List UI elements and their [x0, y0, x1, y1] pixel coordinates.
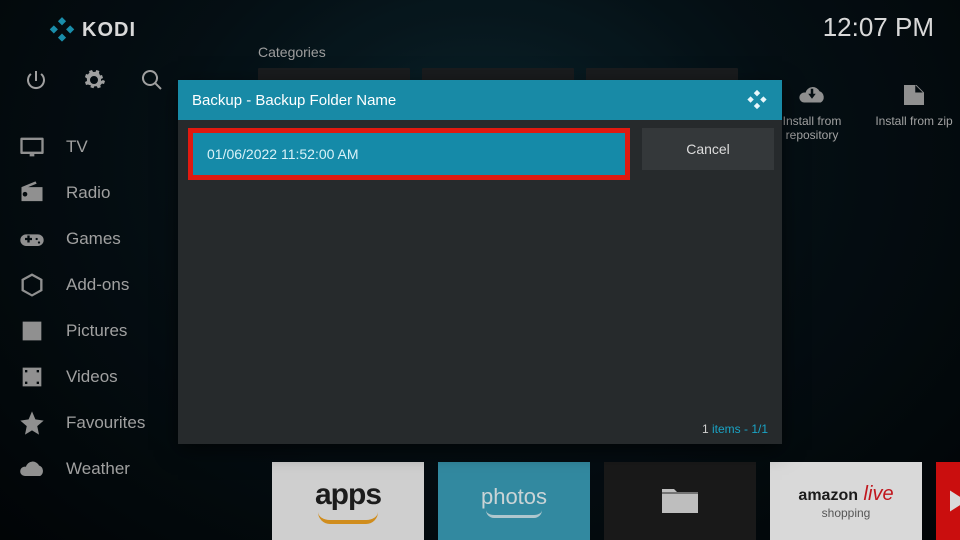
- cancel-button[interactable]: Cancel: [642, 128, 774, 170]
- dialog-buttons: Cancel: [642, 128, 774, 180]
- sidebar-item-label: Pictures: [66, 321, 127, 341]
- tile-youtube[interactable]: [936, 462, 960, 540]
- footer-middle: items -: [709, 422, 752, 436]
- kodi-logo: KODI: [48, 16, 136, 44]
- backup-dialog: Backup - Backup Folder Name 01/06/2022 1…: [178, 80, 782, 444]
- install-from-zip-tile[interactable]: Install from zip: [872, 80, 956, 128]
- dialog-body: 01/06/2022 11:52:00 AM Cancel: [178, 120, 782, 180]
- sidebar-item-label: TV: [66, 137, 88, 157]
- sidebar-item-radio[interactable]: Radio: [8, 170, 176, 216]
- backup-folder-label: 01/06/2022 11:52:00 AM: [207, 146, 359, 162]
- sidebar-item-label: Add-ons: [66, 275, 129, 295]
- amazon-live-label: live: [858, 483, 894, 505]
- sidebar-item-favourites[interactable]: Favourites: [8, 400, 176, 446]
- cloud-icon: [18, 458, 46, 480]
- dialog-footer: 1 items - 1/1: [702, 422, 768, 436]
- install-tile-label: Install from repository: [783, 114, 842, 142]
- selected-highlight: 01/06/2022 11:52:00 AM: [188, 128, 630, 180]
- footer-page: 1/1: [751, 422, 768, 436]
- sidebar-item-tv[interactable]: TV: [8, 124, 176, 170]
- brand-text: KODI: [82, 19, 136, 42]
- search-icon[interactable]: [140, 68, 164, 92]
- sidebar-item-label: Videos: [66, 367, 118, 387]
- box-icon: [18, 274, 46, 296]
- folder-icon: [644, 477, 716, 525]
- gear-icon[interactable]: [82, 68, 106, 92]
- bottom-app-tiles: apps photos amazon live shopping: [272, 462, 960, 540]
- install-tile-label: Install from zip: [875, 114, 952, 128]
- dialog-header: Backup - Backup Folder Name: [178, 80, 782, 120]
- sidebar-item-videos[interactable]: Videos: [8, 354, 176, 400]
- amazon-shopping-label: shopping: [822, 506, 871, 520]
- radio-icon: [18, 182, 46, 204]
- amazon-swoosh-icon: [486, 510, 542, 518]
- cancel-button-label: Cancel: [686, 141, 730, 157]
- amazon-swoosh-icon: [318, 512, 378, 524]
- sidebar: TV Radio Games Add-ons Pictures Videos F…: [8, 68, 176, 492]
- tile-folder[interactable]: [604, 462, 756, 540]
- power-icon[interactable]: [24, 68, 48, 92]
- dialog-title: Backup - Backup Folder Name: [192, 92, 396, 109]
- star-icon: [18, 412, 46, 434]
- dialog-list: 01/06/2022 11:52:00 AM: [188, 128, 630, 180]
- kodi-logo-icon: [48, 16, 76, 44]
- install-from-repository-tile[interactable]: Install from repository: [770, 80, 854, 142]
- play-icon: [936, 483, 960, 519]
- sidebar-top-icons: [8, 68, 176, 92]
- sidebar-item-label: Radio: [66, 183, 110, 203]
- tile-apps[interactable]: apps: [272, 462, 424, 540]
- categories-label: Categories: [258, 44, 326, 60]
- gamepad-icon: [18, 228, 46, 250]
- sidebar-item-weather[interactable]: Weather: [8, 446, 176, 492]
- sidebar-item-label: Weather: [66, 459, 130, 479]
- tile-photos[interactable]: photos: [438, 462, 590, 540]
- film-icon: [18, 366, 46, 388]
- zip-icon: [894, 80, 934, 110]
- clock: 12:07 PM: [823, 12, 934, 43]
- sidebar-item-addons[interactable]: Add-ons: [8, 262, 176, 308]
- footer-count: 1: [702, 422, 709, 436]
- sidebar-item-label: Favourites: [66, 413, 145, 433]
- apps-label: apps: [315, 478, 381, 512]
- nav: TV Radio Games Add-ons Pictures Videos F…: [8, 124, 176, 492]
- photos-label: photos: [481, 484, 547, 510]
- sidebar-item-pictures[interactable]: Pictures: [8, 308, 176, 354]
- tile-amazon-live[interactable]: amazon live shopping: [770, 462, 922, 540]
- sidebar-item-games[interactable]: Games: [8, 216, 176, 262]
- amazon-label: amazon: [798, 487, 858, 504]
- sidebar-item-label: Games: [66, 229, 121, 249]
- backup-folder-row[interactable]: 01/06/2022 11:52:00 AM: [193, 133, 625, 175]
- cloud-download-icon: [792, 80, 832, 110]
- tv-icon: [18, 136, 46, 158]
- kodi-logo-icon: [746, 89, 768, 111]
- picture-icon: [18, 320, 46, 342]
